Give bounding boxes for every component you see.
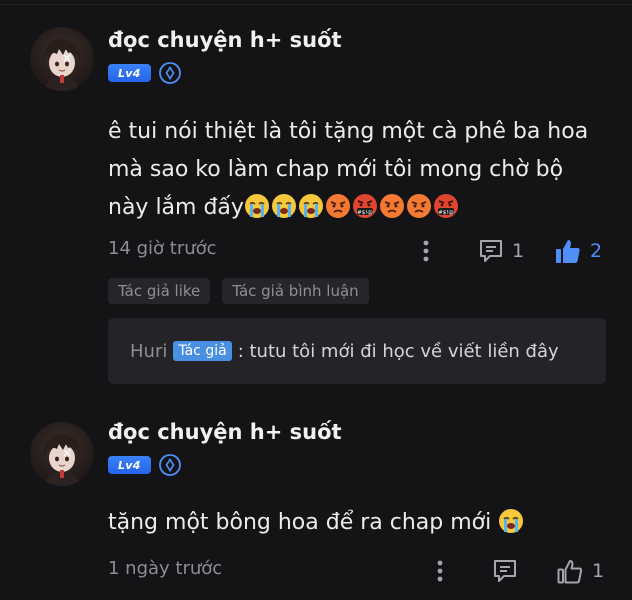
timestamp: 1 ngày trước	[108, 558, 223, 579]
comment-actions: 14 giờ trước 1 2	[108, 236, 608, 266]
tag-author-commented: Tác giả bình luận	[222, 278, 369, 304]
level-badge: Lv4	[108, 456, 151, 474]
crying-face-icon	[271, 193, 297, 219]
avatar[interactable]	[30, 27, 94, 91]
level-badge: Lv4	[108, 64, 151, 82]
avatar[interactable]	[30, 422, 94, 486]
comment-content: tặng một bông hoa để ra chap mới	[108, 504, 608, 542]
comment-content: ê tui nói thiệt là tôi tặng một cà phê b…	[108, 113, 608, 227]
comment-actions: 1 ngày trước 1	[108, 556, 608, 586]
crying-face-icon	[244, 193, 270, 219]
like-button[interactable]: 2	[554, 236, 602, 266]
angry-face-icon	[406, 193, 432, 219]
crying-face-icon	[298, 193, 324, 219]
angry-face-icon	[379, 193, 405, 219]
comment: đọc chuyện h+ suốt Lv4 tặng một bông hoa…	[0, 400, 632, 600]
comment: đọc chuyện h+ suốt Lv4 ê tui nói thiệt l…	[0, 0, 632, 400]
comment-icon	[494, 560, 516, 582]
badges: Lv4	[108, 62, 181, 84]
cursing-face-icon	[352, 193, 378, 219]
more-options-icon[interactable]	[422, 239, 430, 263]
comment-text: tặng một bông hoa để ra chap mới	[108, 510, 492, 535]
like-count: 1	[592, 560, 605, 582]
angry-face-icon	[325, 193, 351, 219]
thumbs-up-icon	[556, 240, 580, 263]
like-button[interactable]: 1	[556, 556, 604, 586]
verified-icon	[158, 454, 181, 476]
reply-count: 1	[512, 240, 525, 262]
author-reply[interactable]: Huri Tác giả : tutu tôi mới đi học về vi…	[108, 318, 606, 384]
reply-button[interactable]: 1	[478, 236, 524, 266]
thumbs-up-icon	[557, 560, 583, 584]
username[interactable]: đọc chuyện h+ suốt	[108, 28, 342, 52]
cursing-face-icon	[433, 193, 459, 219]
reply-button[interactable]	[492, 556, 518, 586]
comment-icon	[480, 240, 502, 262]
more-options-icon[interactable]	[436, 559, 444, 583]
verified-icon	[158, 62, 181, 84]
badges: Lv4	[108, 454, 181, 476]
avatar-image	[30, 422, 94, 486]
avatar-image	[30, 27, 94, 91]
tag-list: Tác giả like Tác giả bình luận	[108, 278, 369, 304]
reply-text: : tutu tôi mới đi học về viết liền đây	[237, 340, 559, 362]
username[interactable]: đọc chuyện h+ suốt	[108, 420, 342, 444]
author-badge: Tác giả	[173, 341, 232, 361]
like-count: 2	[590, 240, 603, 262]
tag-author-liked: Tác giả like	[108, 278, 211, 304]
crying-face-icon	[498, 508, 524, 534]
reply-author-name[interactable]: Huri	[130, 341, 167, 362]
timestamp: 14 giờ trước	[108, 238, 217, 259]
